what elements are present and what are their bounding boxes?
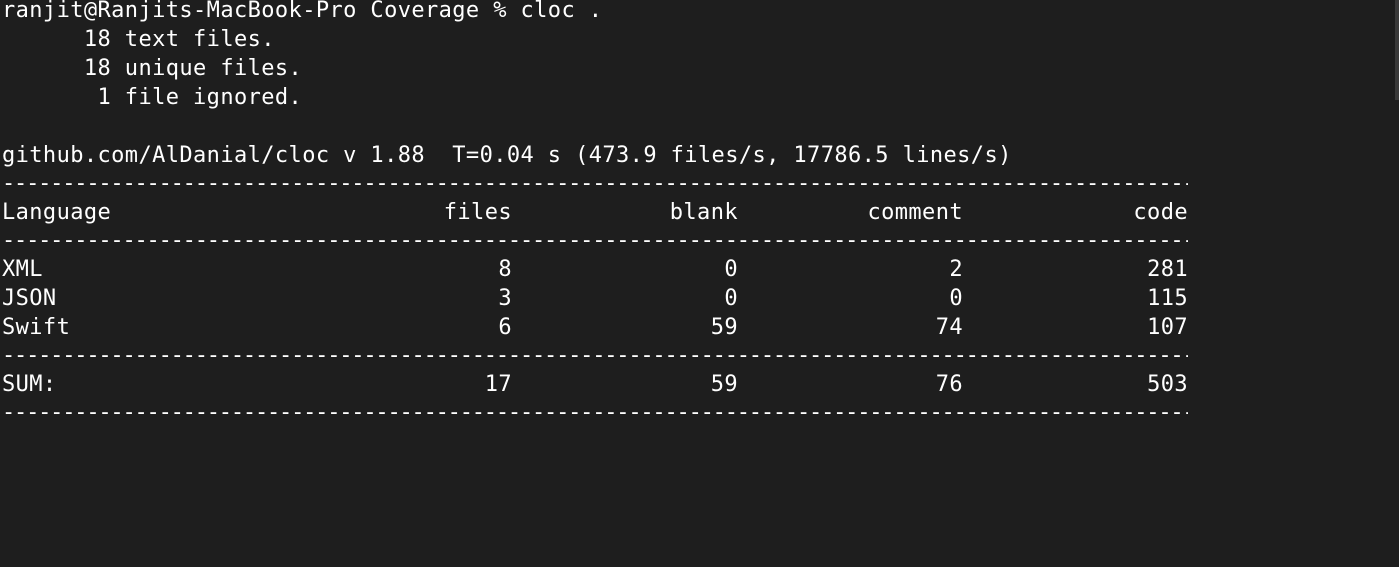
table-header-row: Language files blank comment code	[2, 199, 1188, 227]
prompt-line: ranjit@Ranjits-MacBook-Pro Coverage % cl…	[2, 0, 603, 23]
sum-code: 503	[1147, 372, 1188, 397]
row-code: 281	[1147, 257, 1188, 282]
row-blank: 0	[724, 257, 738, 282]
table-row: XML 8 0 2 281	[2, 256, 1188, 284]
table-row: Swift 6 59 74 107	[2, 314, 1188, 342]
row-code: 107	[1147, 315, 1188, 340]
header-comment: comment	[867, 200, 963, 225]
summary-line-text-files: 18 text files.	[2, 27, 275, 52]
table-divider-top: ----------------------------------------…	[2, 171, 1188, 196]
row-files: 6	[498, 315, 512, 340]
row-comment: 2	[949, 257, 963, 282]
row-files: 8	[498, 257, 512, 282]
summary-line-ignored: 1 file ignored.	[2, 85, 303, 110]
header-code: code	[1133, 200, 1188, 225]
summary-line-unique-files: 18 unique files.	[2, 56, 303, 81]
table-row: JSON 3 0 0 115	[2, 285, 1188, 313]
sum-files: 17	[484, 372, 512, 397]
sum-comment: 76	[935, 372, 963, 397]
sum-label: SUM:	[2, 372, 57, 397]
table-divider-header: ----------------------------------------…	[2, 228, 1188, 253]
row-files: 3	[498, 286, 512, 311]
row-blank: 0	[724, 286, 738, 311]
table-divider-bottom: ----------------------------------------…	[2, 400, 1188, 425]
row-language: XML	[2, 257, 43, 282]
header-files: files	[443, 200, 512, 225]
row-language: JSON	[2, 286, 57, 311]
terminal-window[interactable]: ranjit@Ranjits-MacBook-Pro Coverage % cl…	[2, 0, 1382, 425]
header-language: Language	[2, 200, 112, 225]
scrollbar[interactable]	[1395, 0, 1399, 100]
row-comment: 0	[949, 286, 963, 311]
sum-blank: 59	[710, 372, 738, 397]
row-blank: 59	[710, 315, 738, 340]
table-divider-sum: ----------------------------------------…	[2, 343, 1188, 368]
header-blank: blank	[669, 200, 738, 225]
row-code: 115	[1147, 286, 1188, 311]
row-language: Swift	[2, 315, 71, 340]
row-comment: 74	[935, 315, 963, 340]
version-line: github.com/AlDanial/cloc v 1.88 T=0.04 s…	[2, 143, 1012, 168]
table-sum-row: SUM: 17 59 76 503	[2, 371, 1188, 399]
